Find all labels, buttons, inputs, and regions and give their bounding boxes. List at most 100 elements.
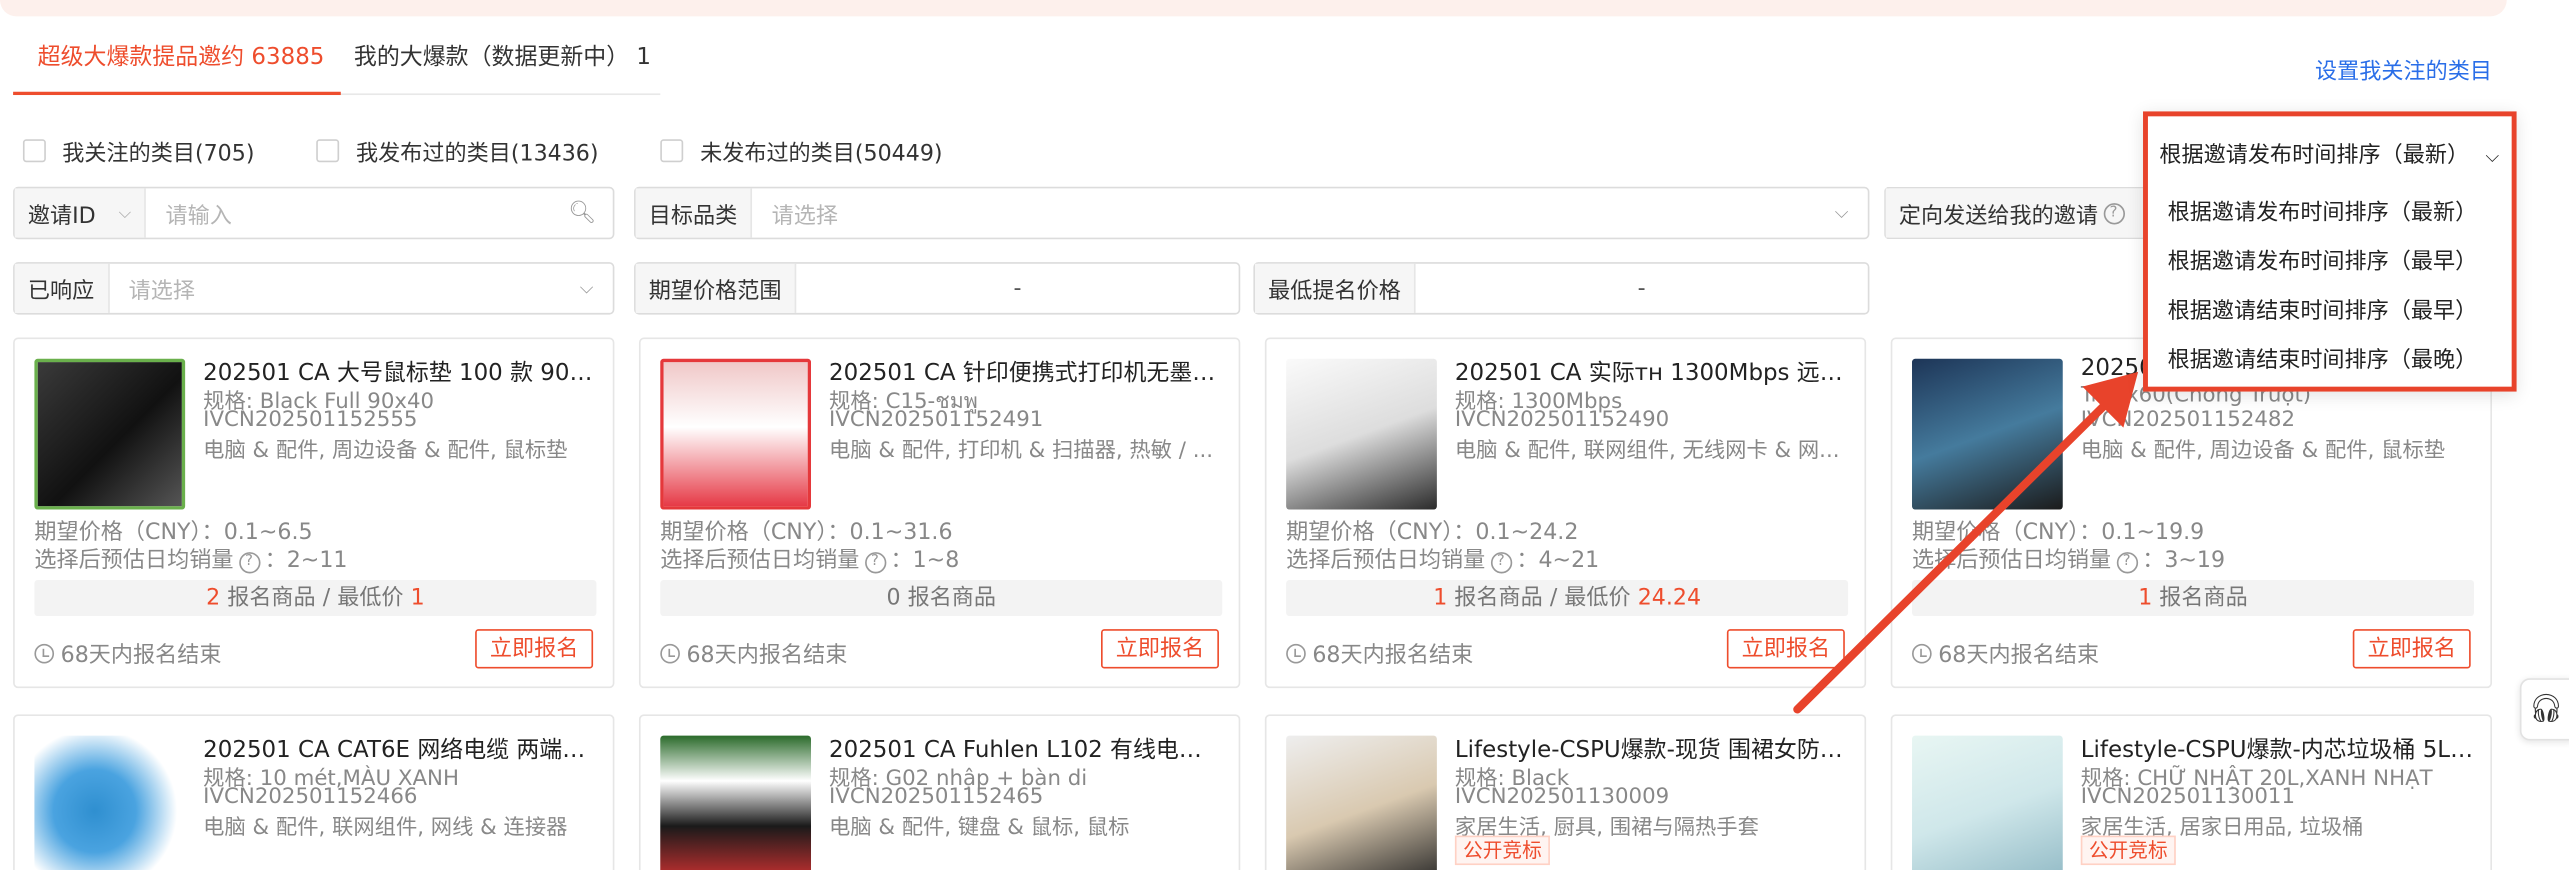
sort-dropdown[interactable]: 根据邀请发布时间排序（最新） ⌵ 根据邀请发布时间排序（最新） 根据邀请发布时间排… bbox=[2143, 111, 2517, 392]
estimated-sales: 选择后预估日均销量? ：4~21 bbox=[1286, 547, 1600, 574]
estimated-sales: 选择后预估日均销量? ：2~11 bbox=[34, 547, 348, 574]
invitation-id: IVCN202501152465 bbox=[829, 784, 1044, 810]
public-bidding-badge: 公开竞标 bbox=[2080, 835, 2176, 866]
responded-placeholder: 请选择 bbox=[128, 278, 195, 305]
price-range-label: 期望价格范围 bbox=[635, 263, 797, 313]
min-price-input[interactable]: 最低提名价格 - bbox=[1253, 262, 1870, 315]
checkbox-box[interactable] bbox=[22, 139, 46, 163]
page: 超级大爆款提品邀约 63885 我的大爆款（数据更新中） 1 设置我关注的类目 … bbox=[0, 0, 2569, 870]
search-icon[interactable]: 🔍︎ bbox=[568, 200, 596, 226]
checkbox-box[interactable] bbox=[316, 139, 340, 163]
responded-label: 已响应 bbox=[14, 263, 109, 313]
invitation-id: IVCN202501130011 bbox=[2080, 784, 2296, 810]
chevron-down-icon: ⌵ bbox=[2485, 145, 2500, 168]
product-image[interactable] bbox=[1912, 735, 2063, 870]
checkbox-label: 我关注的类目(705) bbox=[62, 140, 255, 168]
range-separator: - bbox=[1013, 275, 1022, 302]
product-category: 电脑 & 配件, 联网组件, 网线 & 连接器 bbox=[203, 815, 568, 841]
invitation-card[interactable]: 202501 CA 实际тн 1300Mbps 远距... 规格: 1300Mb… bbox=[1264, 337, 1867, 689]
product-image[interactable] bbox=[1912, 358, 2063, 510]
clock-icon bbox=[34, 643, 55, 664]
invitation-id: IVCN202501152466 bbox=[203, 784, 418, 810]
product-category: 电脑 & 配件, 键盘 & 鼠标, 鼠标 bbox=[829, 815, 1130, 841]
nomination-stats: 2 报名商品 / 最低价 1 bbox=[34, 579, 597, 617]
apply-now-button[interactable]: 立即报名 bbox=[1726, 629, 1845, 669]
chevron-down-icon: ⌵ bbox=[1834, 201, 1849, 223]
active-tab-indicator bbox=[13, 91, 341, 96]
chevron-down-icon: ⌵ bbox=[579, 276, 594, 299]
set-followed-categories-link[interactable]: 设置我关注的类目 bbox=[2315, 52, 2492, 85]
directed-invites-filter[interactable]: 定向发送给我的邀请? bbox=[1884, 186, 2150, 240]
invitation-id: IVCN202501152482 bbox=[2080, 407, 2296, 433]
invitation-id: IVCN202501152555 bbox=[203, 407, 418, 433]
invitation-id: IVCN202501130009 bbox=[1454, 784, 1670, 810]
estimated-sales: 选择后预估日均销量? ：3~19 bbox=[1912, 547, 2226, 574]
sort-select[interactable]: 根据邀请发布时间排序（最新） ⌵ bbox=[2159, 136, 2499, 169]
clock-icon bbox=[1912, 643, 1932, 664]
checkbox-label: 未发布过的类目(50449) bbox=[700, 140, 943, 168]
product-category: 电脑 & 配件, 周边设备 & 配件, 鼠标垫 bbox=[203, 439, 568, 464]
headset-icon[interactable]: 🎧︎ bbox=[2519, 678, 2569, 741]
tab-my-hot-items[interactable]: 我的大爆款（数据更新中） 1 bbox=[354, 39, 651, 72]
nomination-stats: 0 报名商品 bbox=[660, 579, 1223, 617]
estimated-sales: 选择后预估日均销量? ：1~8 bbox=[660, 547, 960, 574]
top-banner-strip bbox=[0, 0, 2507, 17]
deadline: 68天内报名结束 bbox=[1286, 636, 1473, 668]
range-separator: - bbox=[1637, 275, 1646, 302]
apply-now-button[interactable]: 立即报名 bbox=[2352, 629, 2471, 669]
category-filters: 我关注的类目(705) 我发布过的类目(13436) 未发布过的类目(50449… bbox=[22, 134, 1005, 168]
invitation-card[interactable]: 202501 CA 大号鼠标垫 100 款 90x4... 规格: Black … bbox=[13, 337, 615, 689]
product-image[interactable] bbox=[660, 735, 812, 870]
invitation-card[interactable]: Lifestyle-CSPU爆款-内芯垃圾桶 5L、... 规格: CHỮ NH… bbox=[1890, 714, 2493, 870]
product-image[interactable] bbox=[1286, 358, 1437, 510]
apply-now-button[interactable]: 立即报名 bbox=[1101, 629, 1219, 669]
product-category: 电脑 & 配件, 周边设备 & 配件, 鼠标垫 bbox=[2080, 439, 2446, 464]
invitation-card[interactable]: Lifestyle-CSPU爆款-现货 围裙女防水... 规格: Black I… bbox=[1264, 714, 1867, 870]
help-icon[interactable]: ? bbox=[2115, 552, 2138, 574]
target-category-label: 目标品类 bbox=[635, 188, 753, 238]
product-image[interactable] bbox=[1286, 735, 1437, 870]
invitation-card[interactable]: 202501 CA 针印便携式打印机无墨贴... 规格: C15-ชมพู IV… bbox=[638, 337, 1241, 689]
checkbox-published-categories[interactable]: 我发布过的类目(13436) bbox=[316, 134, 599, 168]
help-icon[interactable]: ? bbox=[1490, 552, 1512, 574]
clock-icon bbox=[660, 643, 680, 664]
deadline: 68天内报名结束 bbox=[34, 636, 221, 668]
product-image[interactable] bbox=[34, 735, 186, 870]
deadline: 68天内报名结束 bbox=[660, 636, 847, 668]
help-icon[interactable]: ? bbox=[238, 552, 260, 574]
help-icon[interactable]: ? bbox=[864, 552, 886, 574]
help-icon[interactable]: ? bbox=[2102, 202, 2125, 224]
product-image[interactable] bbox=[660, 358, 812, 510]
checkbox-unpublished-categories[interactable]: 未发布过的类目(50449) bbox=[660, 134, 943, 168]
target-category-placeholder: 请选择 bbox=[771, 203, 839, 230]
deadline: 68天内报名结束 bbox=[1912, 636, 2099, 668]
apply-now-button[interactable]: 立即报名 bbox=[475, 629, 594, 669]
product-image[interactable] bbox=[34, 358, 186, 510]
sort-option-publish-oldest[interactable]: 根据邀请发布时间排序（最早） bbox=[2168, 242, 2478, 275]
clock-icon bbox=[1286, 643, 1306, 664]
invitation-card[interactable]: 202501 CA Fuhlen L102 有线电脑鼠... 规格: G02 n… bbox=[638, 714, 1241, 870]
tab-bar: 超级大爆款提品邀约 63885 我的大爆款（数据更新中） 1 bbox=[13, 29, 661, 96]
invite-id-search: 邀请ID ⌵ 请输入 🔍︎ bbox=[13, 186, 615, 240]
checkbox-label: 我发布过的类目(13436) bbox=[356, 140, 599, 168]
product-category: 电脑 & 配件, 打印机 & 扫描器, 热敏 / ... bbox=[829, 439, 1214, 464]
nomination-stats: 1 报名商品 bbox=[1912, 579, 2474, 617]
invite-id-input[interactable]: 请输入 bbox=[146, 197, 569, 229]
invitation-id: IVCN202501152491 bbox=[829, 407, 1044, 433]
sort-option-end-latest[interactable]: 根据邀请结束时间排序（最晚） bbox=[2168, 341, 2478, 373]
invitation-card[interactable]: 202501 CA CAT6E 网络电缆 两端预... 规格: 10 mét,M… bbox=[13, 714, 615, 870]
invite-id-label[interactable]: 邀请ID ⌵ bbox=[14, 188, 146, 238]
invitation-id: IVCN202501152490 bbox=[1454, 407, 1670, 433]
responded-select[interactable]: 已响应 请选择 ⌵ bbox=[13, 262, 615, 315]
checkbox-followed-categories[interactable]: 我关注的类目(705) bbox=[22, 134, 255, 168]
target-category-select[interactable]: 目标品类 请选择 ⌵ bbox=[634, 186, 1870, 240]
tab-super-hot-invitations[interactable]: 超级大爆款提品邀约 63885 bbox=[38, 39, 325, 72]
product-category: 电脑 & 配件, 联网组件, 无线网卡 & 网... bbox=[1454, 439, 1840, 464]
checkbox-box[interactable] bbox=[660, 139, 684, 163]
sort-option-end-earliest[interactable]: 根据邀请结束时间排序（最早） bbox=[2168, 292, 2478, 324]
price-range-input[interactable]: 期望价格范围 - bbox=[634, 262, 1241, 315]
sort-option-publish-newest[interactable]: 根据邀请发布时间排序（最新） bbox=[2168, 193, 2478, 226]
min-price-label: 最低提名价格 bbox=[1255, 263, 1416, 313]
chevron-down-icon: ⌵ bbox=[118, 203, 132, 223]
directed-invites-label: 定向发送给我的邀请? bbox=[1885, 188, 2143, 238]
